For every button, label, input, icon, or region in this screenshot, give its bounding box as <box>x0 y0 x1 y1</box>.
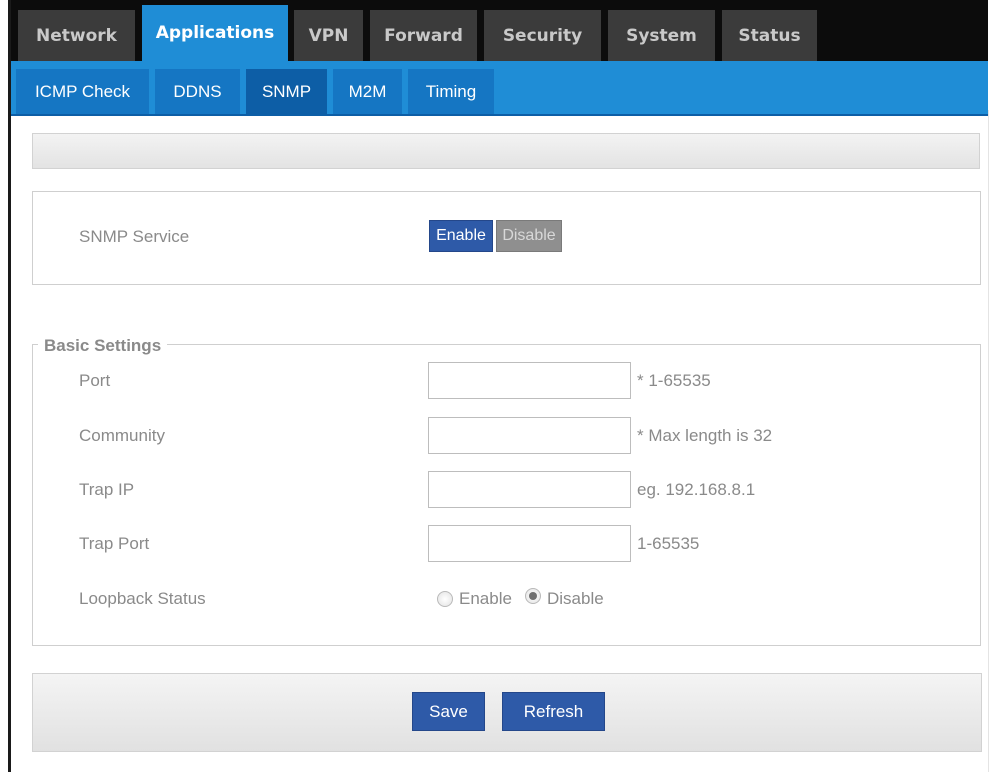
subtab-snmp[interactable]: SNMP <box>246 69 327 115</box>
tab-network[interactable]: Network <box>18 10 135 61</box>
tab-applications[interactable]: Applications <box>142 5 288 61</box>
refresh-button[interactable]: Refresh <box>502 692 605 731</box>
tab-security[interactable]: Security <box>484 10 601 61</box>
subtab-icmp-check[interactable]: ICMP Check <box>16 69 149 115</box>
tab-vpn[interactable]: VPN <box>294 10 363 61</box>
snmp-service-label: SNMP Service <box>79 227 190 246</box>
subnav-divider <box>11 114 988 116</box>
trap-ip-label: Trap IP <box>79 480 135 499</box>
info-bar <box>32 133 980 169</box>
loopback-disable-radio[interactable] <box>525 588 541 604</box>
sub-nav: ICMP Check DDNS SNMP M2M Timing <box>11 61 988 115</box>
subtab-timing[interactable]: Timing <box>408 69 494 115</box>
tab-status[interactable]: Status <box>722 10 817 61</box>
loopback-disable-label: Disable <box>547 589 604 608</box>
port-hint: * 1-65535 <box>637 371 711 390</box>
trap-port-label: Trap Port <box>79 534 150 553</box>
loopback-status-label: Loopback Status <box>79 589 206 608</box>
subtab-ddns[interactable]: DDNS <box>155 69 240 115</box>
snmp-enable-button[interactable]: Enable <box>429 220 493 252</box>
subtab-m2m[interactable]: M2M <box>333 69 402 115</box>
save-button[interactable]: Save <box>412 692 485 731</box>
loopback-enable-label: Enable <box>459 589 512 608</box>
top-nav: Network Applications VPN Forward Securit… <box>11 0 988 61</box>
tab-system[interactable]: System <box>608 10 715 61</box>
loopback-enable-radio[interactable] <box>437 591 453 607</box>
port-label: Port <box>79 371 111 390</box>
trap-port-hint: 1-65535 <box>637 534 700 553</box>
community-label: Community <box>79 426 165 445</box>
community-input[interactable] <box>428 417 631 454</box>
tab-forward[interactable]: Forward <box>370 10 477 61</box>
right-edge <box>988 110 989 772</box>
port-input[interactable] <box>428 362 631 399</box>
trap-ip-input[interactable] <box>428 471 631 508</box>
trap-port-input[interactable] <box>428 525 631 562</box>
snmp-disable-button[interactable]: Disable <box>496 220 562 252</box>
trap-ip-hint: eg. 192.168.8.1 <box>637 480 756 499</box>
community-hint: * Max length is 32 <box>637 426 773 445</box>
basic-settings-legend: Basic Settings <box>38 336 168 356</box>
